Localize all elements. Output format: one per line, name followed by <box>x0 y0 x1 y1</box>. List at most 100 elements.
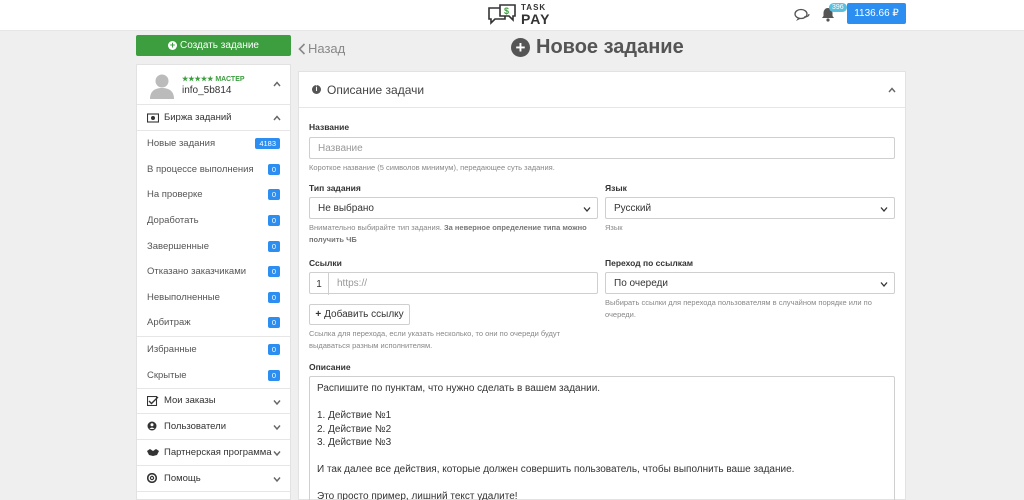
count-badge: 0 <box>267 266 280 278</box>
count-badge: 0 <box>267 215 280 227</box>
back-label: Назад <box>308 41 346 56</box>
section-label: Мои заказы <box>164 395 216 407</box>
chevron-left-icon <box>298 42 306 55</box>
name-help: Короткое название (5 символов минимум), … <box>309 163 555 172</box>
language-select[interactable]: Русский <box>605 197 895 219</box>
transition-label: Переход по ссылкам <box>605 258 694 268</box>
chat-icon[interactable] <box>794 8 810 22</box>
sidebar-item-failed[interactable]: Невыполненные 0 <box>137 285 290 311</box>
user-circle-icon <box>147 421 157 431</box>
task-type-value: Не выбрано <box>318 202 374 214</box>
favorites-list: Избранные 0 Скрытые 0 <box>137 335 290 388</box>
sidebar-item-new[interactable]: Новые задания 4183 <box>137 131 290 157</box>
description-textarea[interactable]: Распишите по пунктам, что нужно сделать … <box>309 376 895 500</box>
chevron-up-icon <box>888 87 896 93</box>
count-badge: 0 <box>267 291 280 303</box>
links-help: Ссылка для перехода, если указать нескол… <box>309 329 561 350</box>
chevron-down-icon <box>880 207 888 212</box>
sidebar-item-hidden[interactable]: Скрытые 0 <box>137 362 290 388</box>
count-badge: 0 <box>267 189 280 201</box>
user-profile[interactable]: ★★★★★ МАСТЕР info_5b814 <box>137 65 290 105</box>
count-badge: 0 <box>267 369 280 381</box>
task-type-help: Внимательно выбирайте тип задания. За не… <box>309 223 587 244</box>
sidebar-item-rejected[interactable]: Отказано заказчиками 0 <box>137 259 290 285</box>
plus-circle-icon: + <box>511 38 530 57</box>
description-label: Описание <box>309 362 351 372</box>
name-label: Название <box>309 122 350 132</box>
sidebar-item-label: Арбитраж <box>147 317 191 329</box>
sidebar-item-label: Отказано заказчиками <box>147 266 247 278</box>
create-task-label: Создать задание <box>180 40 259 51</box>
money-icon <box>147 112 159 123</box>
link-number: 1 <box>310 273 329 295</box>
name-input[interactable]: Название <box>309 137 895 159</box>
taskpay-logo[interactable]: $ TASK PAY <box>486 2 550 28</box>
back-link[interactable]: Назад <box>298 41 345 56</box>
task-type-select[interactable]: Не выбрано <box>309 197 598 219</box>
handshake-icon <box>147 449 159 457</box>
create-task-button[interactable]: + Создать задание <box>136 35 291 56</box>
transition-help: Выбирать ссылки для перехода пользовател… <box>605 298 872 319</box>
task-description-panel: i Описание задачи Название Название Коро… <box>298 71 906 500</box>
affiliate-section[interactable]: Партнерская программа <box>137 440 290 466</box>
sidebar-item-in-progress[interactable]: В процессе выполнения 0 <box>137 157 290 183</box>
chevron-down-icon <box>273 476 281 483</box>
users-section[interactable]: Пользователи <box>137 414 290 440</box>
chevron-down-icon <box>880 282 888 287</box>
my-orders-section[interactable]: Мои заказы <box>137 387 290 414</box>
link-placeholder: https:// <box>337 277 368 289</box>
links-label: Ссылки <box>309 258 342 268</box>
transition-select[interactable]: По очереди <box>605 272 895 294</box>
info-icon: i <box>312 85 321 94</box>
add-link-label: Добавить ссылку <box>324 309 404 320</box>
task-type-label: Тип задания <box>309 183 361 193</box>
count-badge: 0 <box>267 344 280 356</box>
name-placeholder: Название <box>318 142 363 154</box>
sidebar-item-label: Скрытые <box>147 369 187 381</box>
avatar-icon <box>150 74 174 99</box>
page-title: + Новое задание <box>511 36 684 59</box>
exchange-label: Биржа заданий <box>164 112 232 123</box>
sidebar-item-completed[interactable]: Завершенные 0 <box>137 233 290 259</box>
lifebuoy-icon <box>147 473 158 484</box>
sidebar-item-label: На проверке <box>147 189 203 201</box>
language-help: Язык <box>605 223 623 232</box>
balance-button[interactable]: 1136.66 ₽ <box>847 3 906 24</box>
panel-title: Описание задачи <box>327 82 425 97</box>
checkbox-icon <box>147 395 159 406</box>
sidebar-item-label: Избранные <box>147 344 197 356</box>
sidebar-item-label: Завершенные <box>147 240 210 252</box>
add-link-button[interactable]: + Добавить ссылку <box>309 304 410 325</box>
chevron-down-icon <box>273 424 281 431</box>
sidebar-item-arbitration[interactable]: Арбитраж 0 <box>137 310 290 336</box>
plus-circle-icon: + <box>168 40 177 50</box>
chevron-down-icon <box>583 207 591 212</box>
sidebar-item-rework[interactable]: Доработать 0 <box>137 208 290 234</box>
svg-text:$: $ <box>504 6 509 16</box>
section-label: Партнерская программа <box>164 446 272 458</box>
language-value: Русский <box>614 202 652 214</box>
plus-icon: + <box>315 309 322 320</box>
logo-text-bottom: PAY <box>521 11 551 27</box>
chevron-down-icon <box>273 450 281 457</box>
count-badge: 0 <box>267 163 280 175</box>
link-input[interactable]: 1 https:// <box>309 272 598 295</box>
section-label: Помощь <box>164 472 201 484</box>
count-badge: 0 <box>267 317 280 329</box>
task-status-list: Новые задания 4183 В процессе выполнения 0… <box>137 131 290 336</box>
count-badge: 4183 <box>255 138 280 150</box>
sidebar: ★★★★★ МАСТЕР info_5b814 Биржа заданий Но… <box>136 64 291 500</box>
exchange-section[interactable]: Биржа заданий <box>137 105 290 131</box>
sidebar-item-favorites[interactable]: Избранные 0 <box>137 337 290 363</box>
sidebar-item-label: Новые задания <box>147 138 216 150</box>
sidebar-item-label: В процессе выполнения <box>147 163 254 175</box>
user-name: info_5b814 <box>182 85 232 96</box>
sidebar-item-review[interactable]: На проверке 0 <box>137 182 290 208</box>
page-title-text: Новое задание <box>536 36 684 58</box>
panel-header[interactable]: i Описание задачи <box>299 72 905 108</box>
sidebar-item-label: Доработать <box>147 215 199 227</box>
chevron-up-icon[interactable] <box>273 80 281 88</box>
help-section[interactable]: Помощь <box>137 466 290 492</box>
sidebar-item-label: Невыполненные <box>147 291 220 303</box>
notification-badge: 396 <box>829 3 847 12</box>
